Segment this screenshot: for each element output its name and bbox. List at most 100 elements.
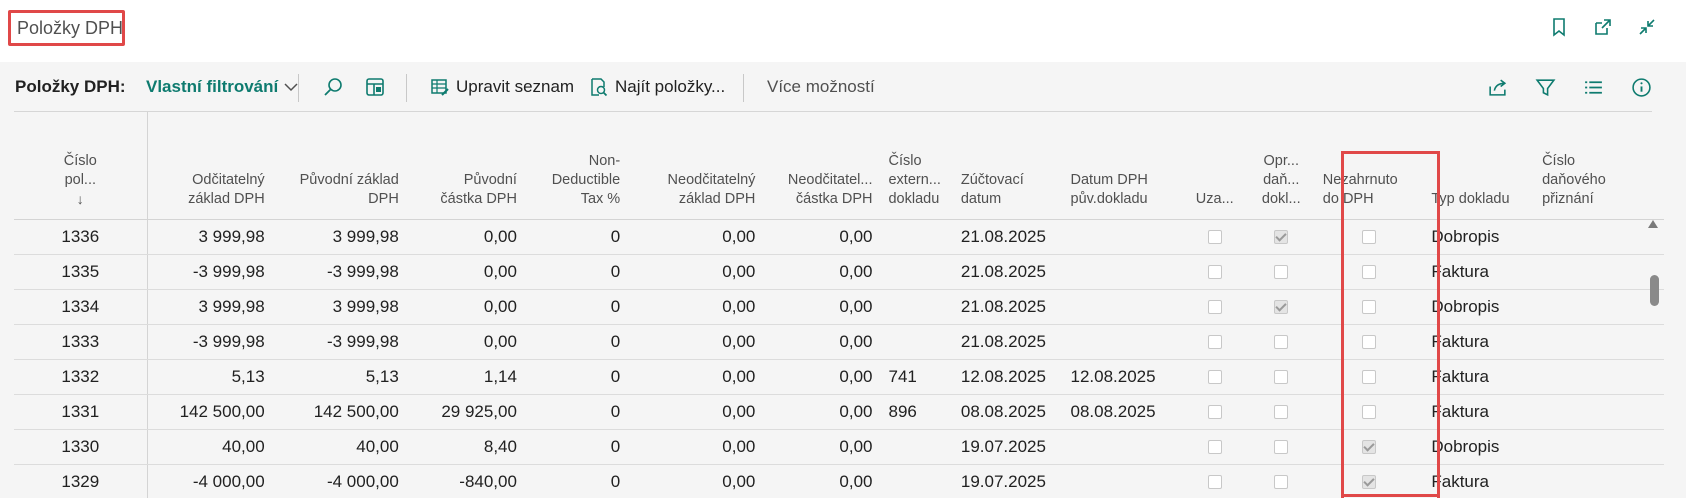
corrective-doc-checkbox[interactable]	[1274, 475, 1289, 490]
column-header-document-type[interactable]: Typ dokladu	[1423, 112, 1535, 220]
closed-checkbox[interactable]	[1207, 230, 1222, 245]
table-row[interactable]: 1329 -4 000,00 -4 000,00 -840,00 0 0,00 0,00 19…	[14, 464, 1664, 498]
column-header-excluded-from-vat[interactable]: Nezahrnuto do DPH	[1314, 112, 1424, 220]
share-icon[interactable]	[1484, 74, 1510, 100]
title-bar: Položky DPH	[0, 0, 1686, 58]
cell-closed	[1181, 219, 1248, 255]
open-new-window-icon[interactable]	[1590, 14, 1616, 40]
excluded-from-vat-checkbox[interactable]	[1362, 475, 1377, 490]
table-row[interactable]: 1334 3 999,98 3 999,98 0,00 0 0,00 0,00 21.08.2…	[14, 289, 1664, 325]
excluded-from-vat-checkbox[interactable]	[1362, 265, 1377, 280]
cell-non-deductible-amount: 0,00	[763, 324, 881, 360]
closed-checkbox[interactable]	[1207, 300, 1222, 315]
cell-entry-no[interactable]: 1336	[14, 219, 148, 255]
table-row[interactable]: 1331 142 500,00 142 500,00 29 925,00 0 0,00 0,…	[14, 394, 1664, 430]
corrective-doc-checkbox[interactable]	[1274, 405, 1289, 420]
corrective-doc-checkbox[interactable]	[1274, 300, 1289, 315]
table-row[interactable]: 1330 40,00 40,00 8,40 0 0,00 0,00 19.07.2025 Dob…	[14, 429, 1664, 465]
list-view-icon[interactable]	[1580, 74, 1606, 100]
cell-non-deductible-base: 0,00	[628, 429, 764, 465]
bookmark-icon[interactable]	[1546, 14, 1572, 40]
column-header-original-base[interactable]: Původní základ DPH	[272, 112, 407, 220]
closed-checkbox[interactable]	[1207, 475, 1222, 490]
scroll-up-arrow[interactable]	[1648, 220, 1658, 228]
closed-checkbox[interactable]	[1207, 335, 1222, 350]
edit-list-button[interactable]: Upravit seznam	[430, 62, 574, 112]
cell-non-deductible-amount: 0,00	[763, 394, 881, 430]
edit-list-label: Upravit seznam	[456, 77, 575, 96]
cell-non-deductible-base: 0,00	[628, 289, 764, 325]
cell-excluded-from-vat	[1314, 394, 1424, 430]
cell-entry-no[interactable]: 1330	[14, 429, 148, 465]
cell-entry-no[interactable]: 1334	[14, 289, 148, 325]
corrective-doc-checkbox[interactable]	[1274, 370, 1289, 385]
excluded-from-vat-checkbox[interactable]	[1362, 335, 1377, 350]
cell-entry-no[interactable]: 1329	[14, 464, 148, 498]
excluded-from-vat-checkbox[interactable]	[1362, 405, 1377, 420]
scrollbar-thumb[interactable]	[1650, 275, 1659, 306]
column-header-posting-date[interactable]: Zúčtovací datum	[952, 112, 1063, 220]
cell-document-type: Faktura	[1423, 324, 1535, 360]
search-button[interactable]	[320, 62, 346, 112]
closed-checkbox[interactable]	[1207, 265, 1222, 280]
table-row[interactable]: 1333 -3 999,98 -3 999,98 0,00 0 0,00 0,00 21.08…	[14, 324, 1664, 360]
cell-posting-date: 21.08.2025	[952, 254, 1063, 290]
excluded-from-vat-checkbox[interactable]	[1362, 370, 1377, 385]
cell-vat-return-no	[1534, 219, 1664, 255]
corrective-doc-checkbox[interactable]	[1274, 440, 1289, 455]
table-row[interactable]: 1332 5,13 5,13 1,14 0 0,00 0,00 741 12.08.2025 12…	[14, 359, 1664, 395]
cell-original-doc-vat-date	[1062, 324, 1182, 360]
table-row[interactable]: 1336 3 999,98 3 999,98 0,00 0 0,00 0,00 21.08.2…	[14, 219, 1664, 255]
table-row[interactable]: 1335 -3 999,98 -3 999,98 0,00 0 0,00 0,00 21.08…	[14, 254, 1664, 290]
cell-non-deductible-base: 0,00	[628, 324, 764, 360]
closed-checkbox[interactable]	[1207, 405, 1222, 420]
cell-posting-date: 21.08.2025	[952, 289, 1063, 325]
cell-original-base: 3 999,98	[272, 289, 407, 325]
filter-dropdown[interactable]: Vlastní filtrování	[146, 62, 298, 112]
column-header-external-doc-no[interactable]: Číslo extern... dokladu	[880, 112, 953, 220]
cell-original-amount: -840,00	[406, 464, 525, 498]
cell-entry-no[interactable]: 1333	[14, 324, 148, 360]
cell-excluded-from-vat	[1314, 359, 1424, 395]
cell-non-deductible-amount: 0,00	[763, 254, 881, 290]
cell-posting-date: 12.08.2025	[952, 359, 1063, 395]
cell-non-deductible-amount: 0,00	[763, 359, 881, 395]
cell-non-deductible-pct: 0	[524, 394, 629, 430]
cell-entry-no[interactable]: 1335	[14, 254, 148, 290]
column-header-original-amount[interactable]: Původní částka DPH	[406, 112, 525, 220]
column-header-non-deductible-pct[interactable]: Non- Deductible Tax %	[524, 112, 629, 220]
corrective-doc-checkbox[interactable]	[1274, 265, 1289, 280]
column-header-non-deductible-amount[interactable]: Neodčitatel... částka DPH	[763, 112, 881, 220]
column-header-deductible-base[interactable]: Odčitatelný základ DPH	[147, 112, 273, 220]
filter-icon[interactable]	[1532, 74, 1558, 100]
excluded-from-vat-checkbox[interactable]	[1362, 230, 1377, 245]
cell-closed	[1181, 254, 1248, 290]
closed-checkbox[interactable]	[1207, 440, 1222, 455]
column-header-original-doc-vat-date[interactable]: Datum DPH pův.dokladu	[1062, 112, 1182, 220]
cell-vat-return-no	[1534, 394, 1664, 430]
cell-entry-no[interactable]: 1331	[14, 394, 148, 430]
cell-deductible-base: 3 999,98	[147, 289, 273, 325]
column-header-vat-return-no[interactable]: Číslo daňového přiznání	[1534, 112, 1664, 220]
excluded-column-highlight-bottom	[1341, 494, 1440, 497]
cell-non-deductible-amount: 0,00	[763, 429, 881, 465]
cell-entry-no[interactable]: 1332	[14, 359, 148, 395]
excluded-from-vat-checkbox[interactable]	[1362, 300, 1377, 315]
corrective-doc-checkbox[interactable]	[1274, 230, 1289, 245]
closed-checkbox[interactable]	[1207, 370, 1222, 385]
find-entries-button[interactable]: Najít položky...	[589, 62, 725, 112]
column-header-closed[interactable]: Uza...	[1181, 112, 1248, 220]
more-options-button[interactable]: Více možností	[767, 62, 875, 112]
column-header-entry-no[interactable]: Číslo pol... ↓	[14, 112, 148, 220]
cell-original-base: -3 999,98	[272, 254, 407, 290]
corrective-doc-checkbox[interactable]	[1274, 335, 1289, 350]
separator	[406, 74, 407, 102]
column-header-non-deductible-base[interactable]: Neodčitatelný základ DPH	[628, 112, 764, 220]
page-title: Položky DPH	[8, 10, 125, 46]
layout-button[interactable]	[362, 62, 388, 112]
excluded-from-vat-checkbox[interactable]	[1362, 440, 1377, 455]
cell-non-deductible-base: 0,00	[628, 254, 764, 290]
collapse-icon[interactable]	[1634, 14, 1660, 40]
info-icon[interactable]	[1628, 74, 1654, 100]
column-header-corrective-doc[interactable]: Opr... daň... dokl...	[1247, 112, 1315, 220]
